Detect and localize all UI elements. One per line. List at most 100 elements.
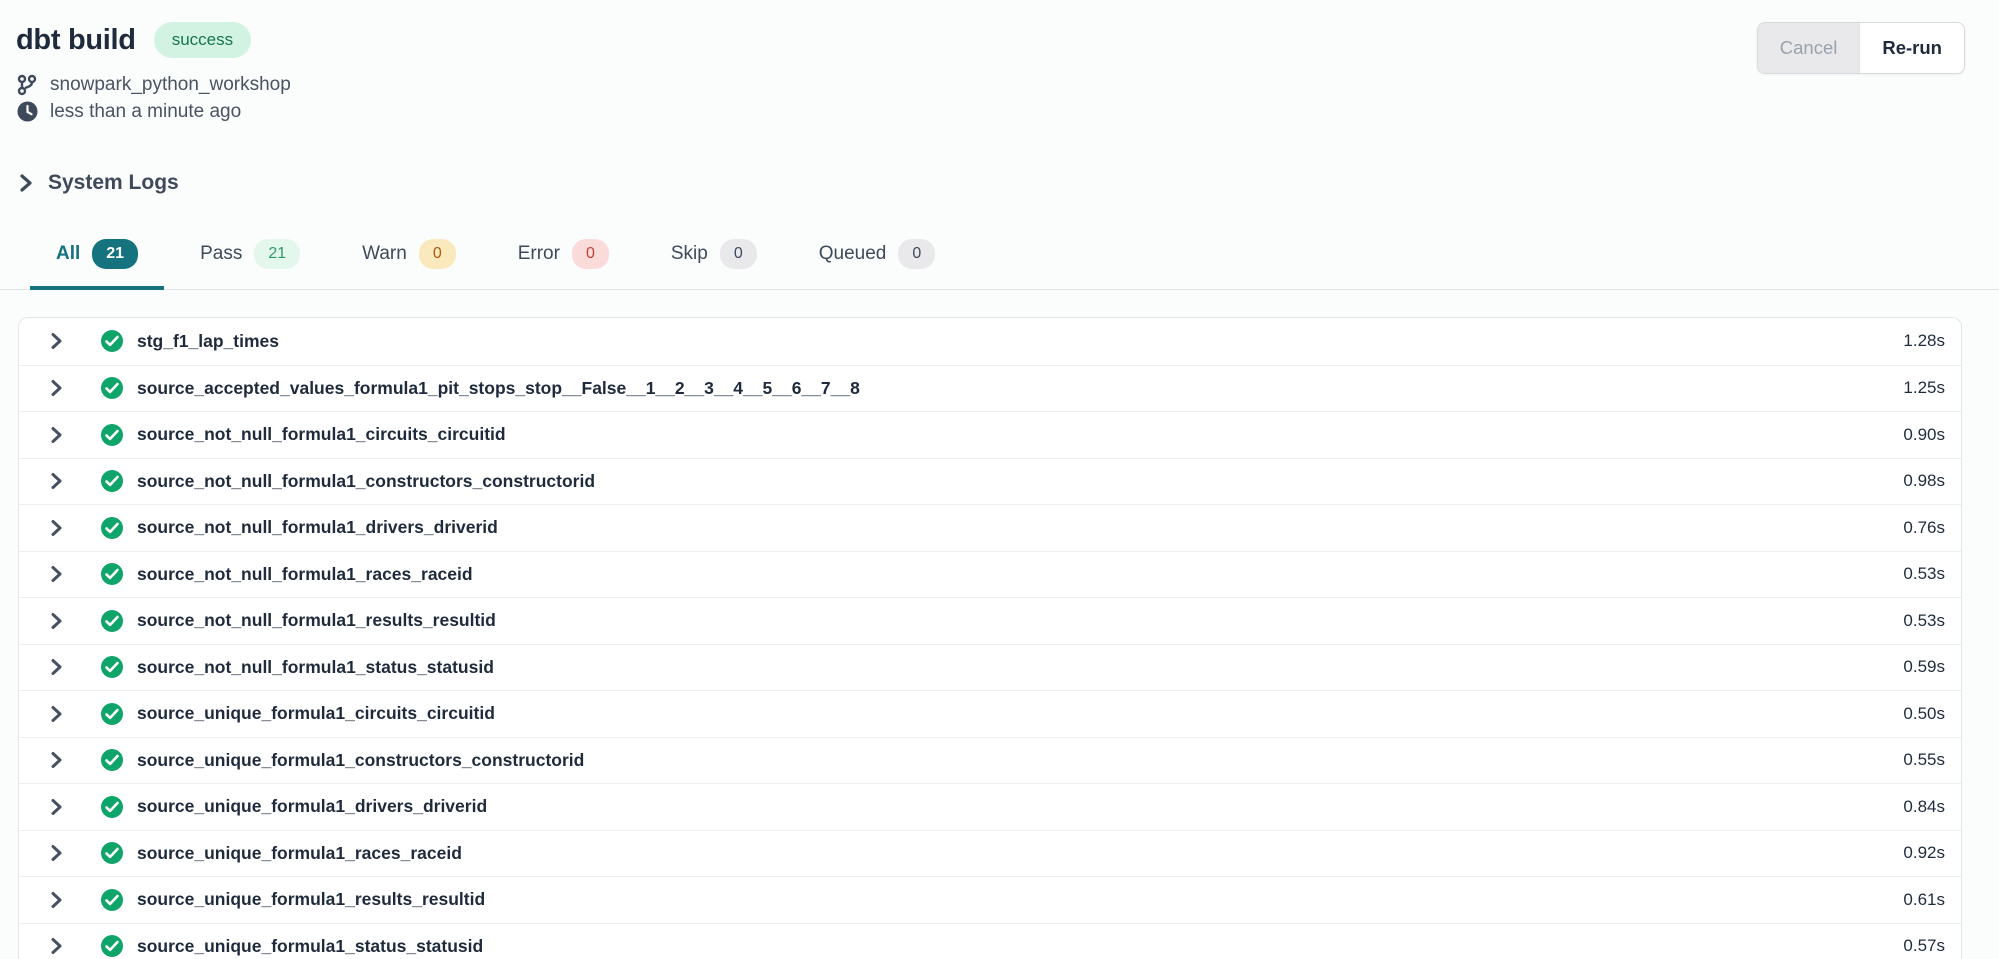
- results-list: stg_f1_lap_times 1.28s source_accepted_v…: [18, 317, 1962, 959]
- cancel-button[interactable]: Cancel: [1758, 23, 1860, 73]
- success-check-icon: [100, 469, 124, 493]
- expand-chevron-icon[interactable]: [47, 425, 67, 445]
- success-check-icon: [100, 516, 124, 540]
- result-duration: 1.25s: [1903, 378, 1945, 398]
- result-duration: 0.76s: [1903, 518, 1945, 538]
- result-row[interactable]: source_not_null_formula1_constructors_co…: [19, 458, 1961, 505]
- result-name: source_not_null_formula1_circuits_circui…: [137, 424, 1883, 445]
- result-duration: 0.53s: [1903, 564, 1945, 584]
- expand-chevron-icon[interactable]: [47, 704, 67, 724]
- expand-chevron-icon[interactable]: [47, 936, 67, 956]
- branch-row: snowpark_python_workshop: [16, 71, 1965, 98]
- time-ago: less than a minute ago: [50, 101, 241, 123]
- result-row[interactable]: source_unique_formula1_results_resultid …: [19, 876, 1961, 923]
- tab-count-badge: 0: [572, 239, 609, 269]
- result-row[interactable]: source_not_null_formula1_results_resulti…: [19, 597, 1961, 644]
- tab-label: Error: [518, 243, 560, 265]
- tab-error[interactable]: Error 0: [492, 233, 635, 290]
- result-duration: 1.28s: [1903, 331, 1945, 351]
- result-name: source_not_null_formula1_drivers_driveri…: [137, 517, 1883, 538]
- result-name: source_unique_formula1_status_statusid: [137, 936, 1883, 957]
- branch-name: snowpark_python_workshop: [50, 74, 291, 96]
- page-title: dbt build: [16, 24, 136, 57]
- tab-count-badge: 0: [898, 239, 935, 269]
- result-name: source_not_null_formula1_results_resulti…: [137, 610, 1883, 631]
- result-row[interactable]: source_unique_formula1_constructors_cons…: [19, 737, 1961, 784]
- expand-chevron-icon[interactable]: [47, 797, 67, 817]
- tab-queued[interactable]: Queued 0: [793, 233, 962, 290]
- result-name: source_not_null_formula1_constructors_co…: [137, 471, 1883, 492]
- tab-count-badge: 0: [419, 239, 456, 269]
- success-check-icon: [100, 329, 124, 353]
- result-name: source_accepted_values_formula1_pit_stop…: [137, 378, 1883, 399]
- result-row[interactable]: source_not_null_formula1_status_statusid…: [19, 644, 1961, 691]
- result-name: source_unique_formula1_results_resultid: [137, 889, 1883, 910]
- success-check-icon: [100, 376, 124, 400]
- git-branch-icon: [16, 74, 38, 96]
- success-check-icon: [100, 655, 124, 679]
- tab-all[interactable]: All 21: [30, 233, 164, 290]
- expand-chevron-icon[interactable]: [47, 378, 67, 398]
- expand-chevron-icon[interactable]: [47, 471, 67, 491]
- tab-count-badge: 21: [254, 239, 300, 269]
- result-row[interactable]: source_not_null_formula1_drivers_driveri…: [19, 504, 1961, 551]
- result-duration: 0.98s: [1903, 471, 1945, 491]
- result-name: source_unique_formula1_constructors_cons…: [137, 750, 1883, 771]
- result-row[interactable]: source_unique_formula1_status_statusid 0…: [19, 923, 1961, 959]
- result-row[interactable]: source_unique_formula1_races_raceid 0.92…: [19, 830, 1961, 877]
- result-row[interactable]: source_not_null_formula1_races_raceid 0.…: [19, 551, 1961, 598]
- success-check-icon: [100, 609, 124, 633]
- system-logs-label: System Logs: [48, 171, 179, 195]
- expand-chevron-icon[interactable]: [47, 657, 67, 677]
- result-row[interactable]: source_unique_formula1_circuits_circuiti…: [19, 690, 1961, 737]
- result-duration: 0.50s: [1903, 704, 1945, 724]
- expand-chevron-icon[interactable]: [47, 750, 67, 770]
- tab-skip[interactable]: Skip 0: [645, 233, 783, 290]
- run-header: dbt build success snowpark_python_worksh…: [0, 0, 1999, 125]
- chevron-right-icon: [18, 173, 34, 193]
- success-check-icon: [100, 423, 124, 447]
- tab-label: Pass: [200, 243, 242, 265]
- tab-label: Queued: [819, 243, 887, 265]
- result-row[interactable]: source_not_null_formula1_circuits_circui…: [19, 411, 1961, 458]
- tab-label: All: [56, 243, 80, 265]
- expand-chevron-icon[interactable]: [47, 518, 67, 538]
- result-name: source_unique_formula1_races_raceid: [137, 843, 1883, 864]
- expand-chevron-icon[interactable]: [47, 564, 67, 584]
- result-duration: 0.55s: [1903, 750, 1945, 770]
- success-check-icon: [100, 888, 124, 912]
- result-duration: 0.84s: [1903, 797, 1945, 817]
- run-actions: Cancel Re-run: [1757, 22, 1965, 74]
- system-logs-toggle[interactable]: System Logs: [18, 171, 1999, 195]
- expand-chevron-icon[interactable]: [47, 843, 67, 863]
- tab-warn[interactable]: Warn 0: [336, 233, 482, 290]
- success-check-icon: [100, 748, 124, 772]
- rerun-button[interactable]: Re-run: [1859, 23, 1964, 73]
- success-check-icon: [100, 562, 124, 586]
- tab-label: Skip: [671, 243, 708, 265]
- status-badge: success: [154, 22, 251, 58]
- result-name: source_not_null_formula1_status_statusid: [137, 657, 1883, 678]
- result-name: source_not_null_formula1_races_raceid: [137, 564, 1883, 585]
- expand-chevron-icon[interactable]: [47, 331, 67, 351]
- tab-count-badge: 0: [720, 239, 757, 269]
- expand-chevron-icon[interactable]: [47, 890, 67, 910]
- result-row[interactable]: source_unique_formula1_drivers_driverid …: [19, 783, 1961, 830]
- result-duration: 0.92s: [1903, 843, 1945, 863]
- tab-pass[interactable]: Pass 21: [174, 233, 326, 290]
- tab-label: Warn: [362, 243, 407, 265]
- clock-icon: [16, 101, 38, 123]
- result-duration: 0.61s: [1903, 890, 1945, 910]
- result-name: source_unique_formula1_drivers_driverid: [137, 796, 1883, 817]
- success-check-icon: [100, 934, 124, 958]
- result-row[interactable]: source_accepted_values_formula1_pit_stop…: [19, 365, 1961, 412]
- result-duration: 0.90s: [1903, 425, 1945, 445]
- expand-chevron-icon[interactable]: [47, 611, 67, 631]
- success-check-icon: [100, 702, 124, 726]
- result-row[interactable]: stg_f1_lap_times 1.28s: [19, 318, 1961, 365]
- result-name: source_unique_formula1_circuits_circuiti…: [137, 703, 1883, 724]
- result-duration: 0.59s: [1903, 657, 1945, 677]
- result-duration: 0.57s: [1903, 936, 1945, 956]
- time-row: less than a minute ago: [16, 98, 1965, 125]
- result-name: stg_f1_lap_times: [137, 331, 1883, 352]
